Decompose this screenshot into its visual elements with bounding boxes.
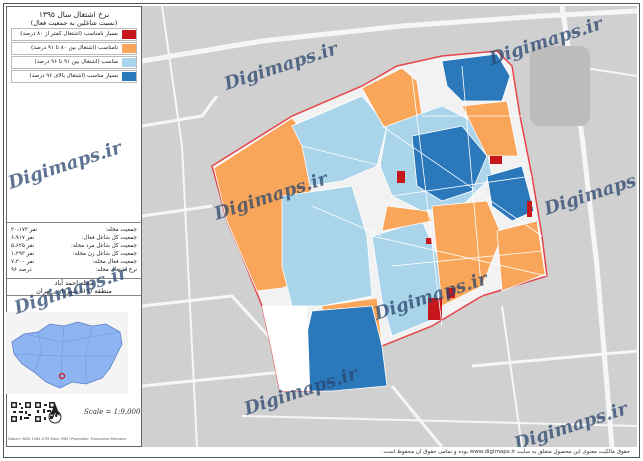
legend-label: بسیار مناسب (اشتغال بالای ۹۶ درصد) xyxy=(29,73,118,79)
legend-swatch-orange xyxy=(122,44,136,53)
stat-row: جمعیت کل شاغل زن محله: ۱،۲۹۳ نفر xyxy=(7,250,141,258)
copyright-footer: حقوق مالکیت معنوی این محصول متعلق به سای… xyxy=(381,449,630,455)
stat-value: ۲۰،۱۷۳ نفر xyxy=(11,227,38,233)
legend-swatch-red xyxy=(122,30,136,39)
legend-item-poor: نامناسب (اشتغال بین ۸۰ تا ۹۱ درصد) xyxy=(11,42,137,55)
block-very-poor xyxy=(426,238,432,244)
stat-label: جمعیت کل شاغل مرد محله: xyxy=(70,243,137,249)
stat-value: ۵،۶۲۵ نفر xyxy=(11,243,35,249)
legend-swatch-lightblue xyxy=(122,58,136,67)
inset-svg xyxy=(6,312,128,394)
stat-row: جمعیت محله: ۲۰،۱۷۳ نفر xyxy=(7,226,141,234)
legend-item-very-poor: بسیار نامناسب (اشتغال کمتر از ۸۰ درصد) xyxy=(11,28,137,41)
main-map[interactable]: Digimaps.ir Digimaps.ir Digimaps.ir Digi… xyxy=(142,6,637,447)
map-canvas xyxy=(142,6,637,447)
stat-label: جمعیت کل شاغل زن محله: xyxy=(72,251,137,257)
stat-label: جمعیت محله: xyxy=(105,227,137,233)
legend-subtitle: (نسبت شاغلین به جمعیت فعال) xyxy=(30,19,118,27)
map-scale: Scale = 1:9,000 xyxy=(84,408,141,416)
legend-title: نرخ اشتغال سال ۱۳۹۵ xyxy=(38,10,110,19)
qr-code xyxy=(10,401,32,423)
block-very-poor xyxy=(490,156,502,164)
stat-value: ۷،۲۰۰ نفر xyxy=(11,259,35,265)
legend-item-very-good: بسیار مناسب (اشتغال بالای ۹۶ درصد) xyxy=(11,70,137,83)
stat-value: ۱،۲۹۳ نفر xyxy=(11,251,35,257)
stat-value: ۹۶ درصد xyxy=(11,267,32,273)
stat-row: جمعیت کل شاغل مرد محله: ۵،۶۲۵ نفر xyxy=(7,242,141,250)
legend-label: بسیار نامناسب (اشتغال کمتر از ۸۰ درصد) xyxy=(20,31,118,37)
legend-item-good: مناسب (اشتغال بین ۹۱ تا ۹۶ درصد) xyxy=(11,56,137,69)
block-very-poor xyxy=(397,171,405,183)
inset-locator-map xyxy=(6,312,128,394)
stat-row: جمعیت کل شاغل فعال: ۶،۹۱۷ نفر xyxy=(7,234,141,242)
stat-label: جمعیت کل شاغل فعال: xyxy=(81,235,137,241)
north-label: N xyxy=(52,411,58,419)
projection-credit: Datum: WGS 1984 UTM Zone 39N / Projectio… xyxy=(8,437,127,441)
stat-value: ۶،۹۱۷ نفر xyxy=(11,235,35,241)
block-very-poor xyxy=(527,201,532,217)
legend-label: مناسب (اشتغال بین ۹۱ تا ۹۶ درصد) xyxy=(34,59,118,65)
legend-swatch-blue xyxy=(122,72,136,81)
base-map-block xyxy=(530,46,590,126)
legend-label: نامناسب (اشتغال بین ۸۰ تا ۹۱ درصد) xyxy=(31,45,118,51)
